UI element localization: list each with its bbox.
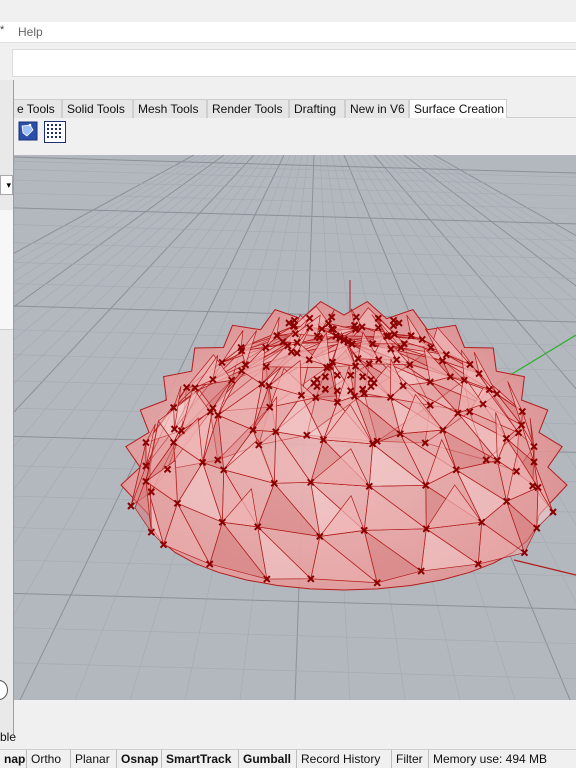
viewport-tabs-area (14, 700, 576, 730)
left-panel: ▾ (0, 80, 14, 735)
grid-line (14, 592, 576, 610)
panel-section (0, 210, 13, 330)
grid-line (14, 160, 576, 178)
tab-drafting[interactable]: Drafting (289, 99, 345, 118)
status-osnap[interactable]: Osnap (117, 750, 162, 768)
x-axis (513, 559, 576, 576)
grid-line (14, 224, 576, 241)
panel-dropdown[interactable]: ▾ (0, 175, 13, 195)
status-filter[interactable]: Filter (392, 750, 429, 768)
command-area (0, 42, 576, 96)
panel-knob-icon[interactable] (0, 680, 8, 700)
toolbar-icons (12, 118, 576, 154)
grid-line (14, 262, 576, 279)
status-planar[interactable]: Planar (71, 750, 117, 768)
status-smarttrack[interactable]: SmartTrack (162, 750, 239, 768)
tab-new-in-v6[interactable]: New in V6 (345, 99, 409, 118)
grid-line (14, 168, 576, 186)
status-gumball[interactable]: Gumball (239, 750, 297, 768)
grid-line (14, 242, 576, 260)
status-ortho[interactable]: Ortho (27, 750, 71, 768)
grid-line (14, 192, 576, 210)
tab-tools[interactable]: e Tools (12, 99, 62, 118)
tab-render-tools[interactable]: Render Tools (207, 99, 289, 118)
status-bar: nap Ortho Planar Osnap SmartTrack Gumbal… (0, 749, 576, 768)
status-memory: Memory use: 494 MB (433, 752, 548, 766)
surface-edit-icon[interactable] (18, 121, 38, 141)
point-grid-icon[interactable] (44, 121, 66, 143)
menu-item-help[interactable]: Help (18, 25, 43, 39)
dome-object[interactable] (120, 300, 568, 591)
status-snap[interactable]: nap (0, 750, 27, 768)
tab-mesh-tools[interactable]: Mesh Tools (133, 99, 207, 118)
grid-line (14, 207, 576, 225)
toolbar-tabs: e Tools Solid Tools Mesh Tools Render To… (12, 99, 576, 118)
perspective-viewport[interactable] (14, 155, 576, 700)
grid-line (14, 662, 576, 680)
command-input[interactable] (12, 49, 576, 77)
tab-solid-tools[interactable]: Solid Tools (62, 99, 133, 118)
menu-mark: * (0, 24, 5, 36)
control-point (127, 502, 135, 510)
tab-surface-creation[interactable]: Surface Creation (409, 99, 507, 118)
layer-label: ble (0, 730, 17, 744)
status-record-history[interactable]: Record History (297, 750, 392, 768)
menu-bar: * Help (0, 22, 576, 42)
grid-line (14, 156, 576, 174)
